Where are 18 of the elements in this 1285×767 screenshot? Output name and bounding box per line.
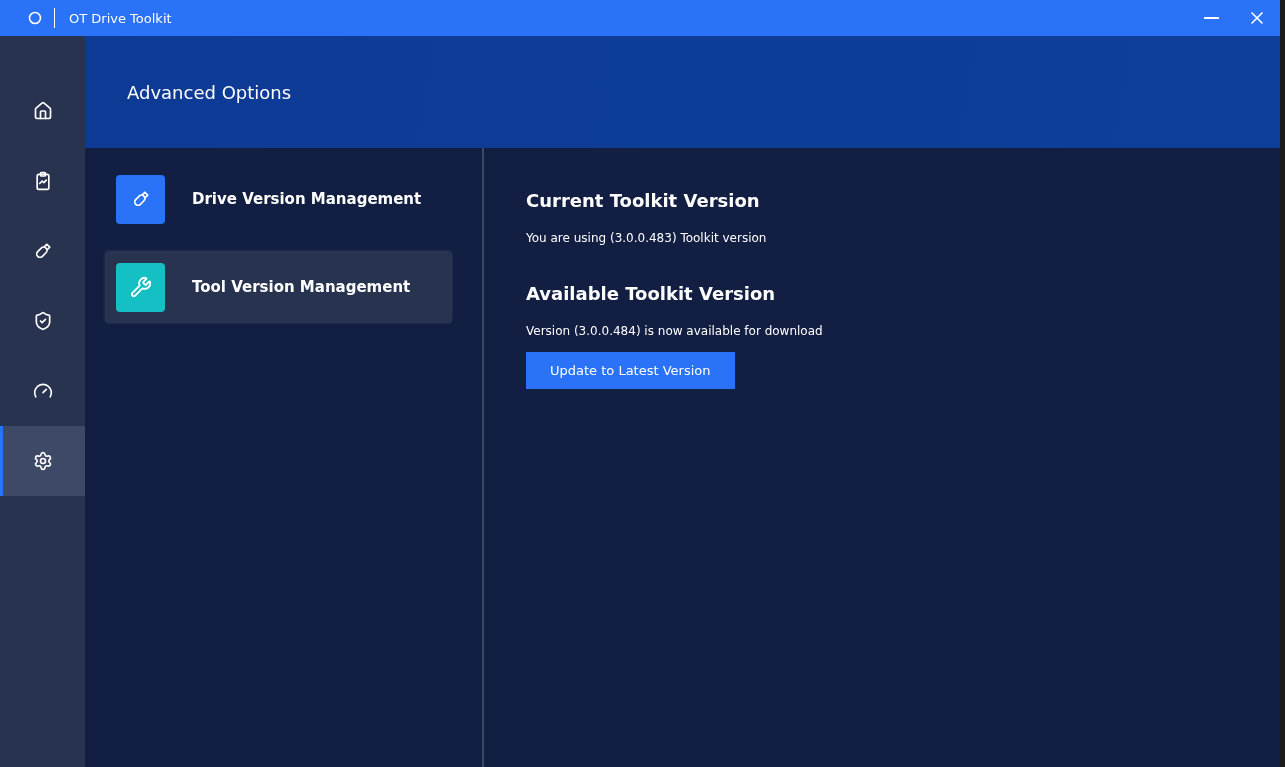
- window-title: OT Drive Toolkit: [69, 10, 173, 26]
- section-heading: Current Toolkit Version: [526, 190, 761, 211]
- sidebar-item[interactable]: [0, 426, 85, 496]
- version-text: You are using (3.0.0.483) Toolkit version: [526, 231, 768, 245]
- page-title: Advanced Options: [127, 81, 292, 103]
- version-text: Version (3.0.0.484) is now available for download: [526, 324, 824, 338]
- section-heading: Available Toolkit Version: [526, 283, 777, 304]
- option-label: Drive Version Management: [192, 190, 422, 208]
- option-item[interactable]: Drive Version Management: [106, 164, 451, 234]
- option-item[interactable]: Tool Version Management: [106, 252, 451, 322]
- minimize-icon: [1203, 17, 1219, 19]
- settings-icon: [32, 451, 53, 471]
- app-logo-icon: [28, 11, 42, 25]
- update-button[interactable]: Update to Latest Version: [526, 352, 735, 389]
- wrench-icon: [129, 276, 152, 298]
- option-label: Tool Version Management: [192, 278, 411, 296]
- home-icon: [32, 101, 53, 121]
- gauge-icon: [32, 381, 53, 401]
